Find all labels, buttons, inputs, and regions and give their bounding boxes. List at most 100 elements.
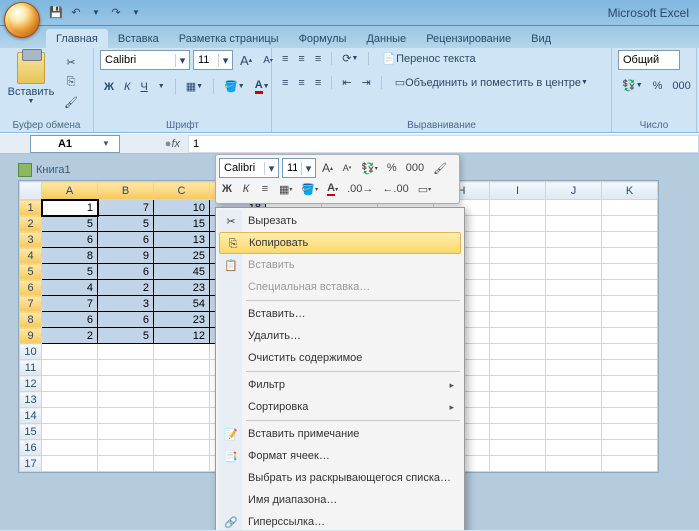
borders-icon[interactable]: ▦▾ bbox=[276, 180, 295, 198]
cell-I17[interactable] bbox=[490, 456, 546, 472]
cell-K16[interactable] bbox=[602, 440, 658, 456]
ctx-delete[interactable]: Удалить… bbox=[218, 325, 462, 347]
cell-J14[interactable] bbox=[546, 408, 602, 424]
chevron-down-icon[interactable]: ▼ bbox=[99, 139, 113, 148]
bottom-align-icon[interactable]: ≡ bbox=[311, 51, 325, 67]
row-header-7[interactable]: 7 bbox=[20, 296, 42, 312]
currency-icon[interactable]: 💱▼ bbox=[618, 77, 647, 94]
right-align-icon[interactable]: ≡ bbox=[311, 75, 325, 91]
center-align-icon[interactable]: ≡ bbox=[294, 75, 308, 91]
cell-K5[interactable] bbox=[602, 264, 658, 280]
row-header-4[interactable]: 4 bbox=[20, 248, 42, 264]
cell-A14[interactable] bbox=[42, 408, 98, 424]
cell-J13[interactable] bbox=[546, 392, 602, 408]
cell-J8[interactable] bbox=[546, 312, 602, 328]
cell-C14[interactable] bbox=[154, 408, 210, 424]
underline-button[interactable]: Ч bbox=[136, 79, 151, 95]
decrease-decimal-icon[interactable]: ←.00 bbox=[379, 180, 411, 198]
row-header-9[interactable]: 9 bbox=[20, 328, 42, 344]
cell-K3[interactable] bbox=[602, 232, 658, 248]
number-format-combo[interactable] bbox=[618, 50, 680, 70]
left-align-icon[interactable]: ≡ bbox=[278, 75, 292, 91]
cell-C8[interactable]: 23 bbox=[154, 312, 210, 328]
cell-I14[interactable] bbox=[490, 408, 546, 424]
cell-J15[interactable] bbox=[546, 424, 602, 440]
cell-C11[interactable] bbox=[154, 360, 210, 376]
cell-A1[interactable]: 1 bbox=[42, 200, 98, 216]
cell-I13[interactable] bbox=[490, 392, 546, 408]
cell-B8[interactable]: 6 bbox=[98, 312, 154, 328]
cell-B2[interactable]: 5 bbox=[98, 216, 154, 232]
paste-button[interactable]: Вставить ▼ bbox=[6, 50, 56, 105]
orientation-icon[interactable]: ⟳▼ bbox=[338, 50, 362, 67]
row-header-1[interactable]: 1 bbox=[20, 200, 42, 216]
font-color-icon[interactable]: A▼ bbox=[251, 77, 274, 96]
cell-J9[interactable] bbox=[546, 328, 602, 344]
cell-I15[interactable] bbox=[490, 424, 546, 440]
row-header-2[interactable]: 2 bbox=[20, 216, 42, 232]
increase-indent-icon[interactable]: ⇥ bbox=[357, 74, 374, 91]
number-format-input[interactable] bbox=[619, 51, 679, 69]
cell-C6[interactable]: 23 bbox=[154, 280, 210, 296]
col-header-K[interactable]: K bbox=[602, 182, 658, 200]
cell-A3[interactable]: 6 bbox=[42, 232, 98, 248]
cell-J3[interactable] bbox=[546, 232, 602, 248]
row-header-17[interactable]: 17 bbox=[20, 456, 42, 472]
increase-decimal-icon[interactable]: .00→ bbox=[344, 180, 376, 198]
italic-button[interactable]: К bbox=[238, 180, 254, 198]
undo-icon[interactable]: ↶ bbox=[68, 5, 84, 21]
center-align-icon[interactable]: ≡ bbox=[257, 180, 273, 198]
cell-I9[interactable] bbox=[490, 328, 546, 344]
cell-B15[interactable] bbox=[98, 424, 154, 440]
bold-button[interactable]: Ж bbox=[219, 180, 235, 198]
cell-J17[interactable] bbox=[546, 456, 602, 472]
row-header-10[interactable]: 10 bbox=[20, 344, 42, 360]
cell-C12[interactable] bbox=[154, 376, 210, 392]
row-header-15[interactable]: 15 bbox=[20, 424, 42, 440]
cell-K2[interactable] bbox=[602, 216, 658, 232]
save-icon[interactable]: 💾 bbox=[48, 5, 64, 21]
cell-J2[interactable] bbox=[546, 216, 602, 232]
formula-bar[interactable]: 1 bbox=[188, 135, 699, 153]
cell-K11[interactable] bbox=[602, 360, 658, 376]
underline-dd-icon[interactable]: ▼ bbox=[154, 81, 169, 92]
cell-C5[interactable]: 45 bbox=[154, 264, 210, 280]
ctx-comment[interactable]: 📝Вставить примечание bbox=[218, 423, 462, 445]
cell-C3[interactable]: 13 bbox=[154, 232, 210, 248]
cell-B16[interactable] bbox=[98, 440, 154, 456]
cell-K4[interactable] bbox=[602, 248, 658, 264]
cell-I1[interactable] bbox=[490, 200, 546, 216]
cell-B9[interactable]: 5 bbox=[98, 328, 154, 344]
cell-A13[interactable] bbox=[42, 392, 98, 408]
cell-A5[interactable]: 5 bbox=[42, 264, 98, 280]
cell-K6[interactable] bbox=[602, 280, 658, 296]
office-button[interactable] bbox=[4, 2, 40, 38]
cell-C4[interactable]: 25 bbox=[154, 248, 210, 264]
comma-icon[interactable]: 000 bbox=[668, 78, 694, 94]
grow-font-icon[interactable]: A▴ bbox=[236, 51, 256, 70]
cell-B14[interactable] bbox=[98, 408, 154, 424]
row-header-8[interactable]: 8 bbox=[20, 312, 42, 328]
cell-I12[interactable] bbox=[490, 376, 546, 392]
cell-B10[interactable] bbox=[98, 344, 154, 360]
cell-I16[interactable] bbox=[490, 440, 546, 456]
cell-J12[interactable] bbox=[546, 376, 602, 392]
tab-view[interactable]: Вид bbox=[521, 29, 561, 48]
cell-A4[interactable]: 8 bbox=[42, 248, 98, 264]
cut-icon[interactable]: ✂ bbox=[60, 54, 82, 71]
mt-font-size-input[interactable] bbox=[283, 159, 301, 177]
cell-C15[interactable] bbox=[154, 424, 210, 440]
mt-font-family-input[interactable] bbox=[220, 159, 264, 177]
cell-J10[interactable] bbox=[546, 344, 602, 360]
cell-A10[interactable] bbox=[42, 344, 98, 360]
cell-C1[interactable]: 10 bbox=[154, 200, 210, 216]
row-header-3[interactable]: 3 bbox=[20, 232, 42, 248]
col-header-B[interactable]: B bbox=[98, 182, 154, 200]
merge-icon[interactable]: ▭▾ bbox=[415, 180, 434, 198]
cell-B4[interactable]: 9 bbox=[98, 248, 154, 264]
cell-I5[interactable] bbox=[490, 264, 546, 280]
cell-A9[interactable]: 2 bbox=[42, 328, 98, 344]
cell-I3[interactable] bbox=[490, 232, 546, 248]
ctx-cut[interactable]: ✂Вырезать bbox=[218, 210, 462, 232]
format-painter-icon[interactable]: 🖌 bbox=[60, 94, 82, 111]
